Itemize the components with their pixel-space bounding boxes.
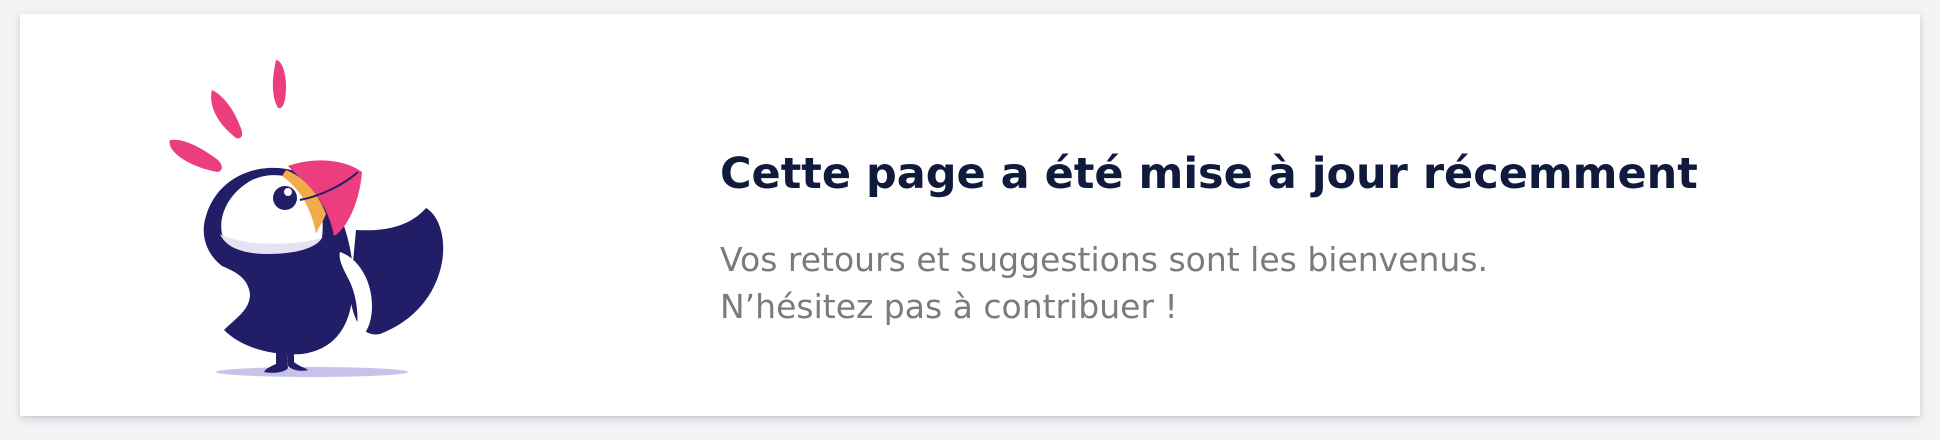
exclamation-mark-left: [169, 139, 222, 172]
notice-text: Cette page a été mise à jour récemment V…: [720, 146, 1870, 330]
notice-title: Cette page a été mise à jour récemment: [720, 149, 1698, 199]
puffin-eye-highlight: [284, 188, 292, 196]
update-notice-banner: Cette page a été mise à jour récemment V…: [20, 14, 1920, 416]
exclamation-mark-top: [272, 60, 286, 109]
notice-message-line-2: N’hésitez pas à contribuer !: [720, 287, 1178, 326]
puffin-icon: [169, 60, 444, 377]
notice-message: Vos retours et suggestions sont les bien…: [720, 236, 1870, 330]
ground-shadow: [216, 367, 408, 377]
puffin-illustration: [140, 48, 480, 398]
exclamation-mark-middle: [211, 90, 243, 139]
notice-message-line-1: Vos retours et suggestions sont les bien…: [720, 240, 1489, 279]
